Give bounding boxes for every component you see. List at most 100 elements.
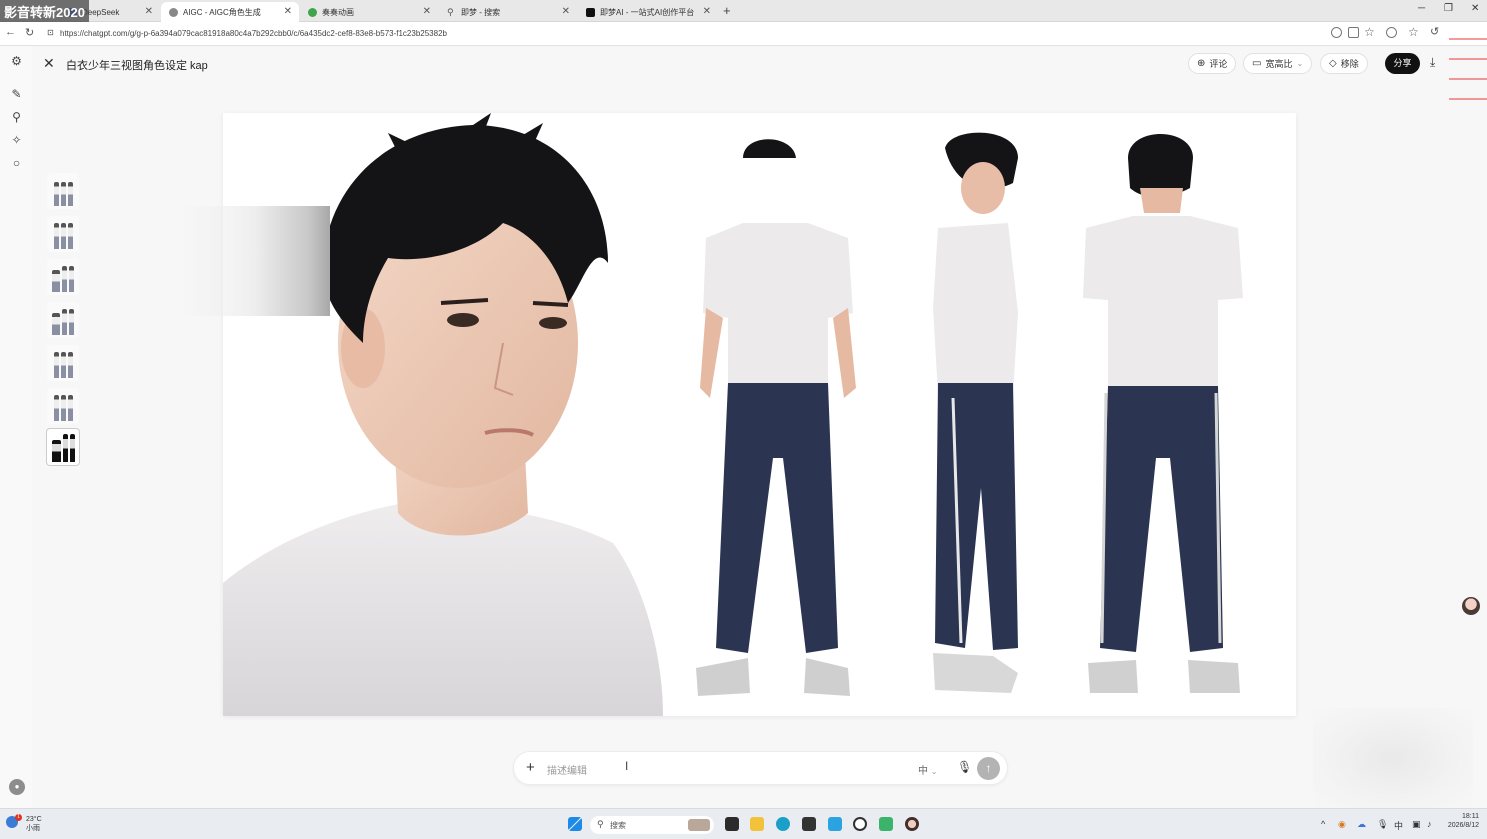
blurred-region	[1313, 708, 1473, 808]
blurred-region	[180, 206, 330, 316]
chevron-down-icon: ⌄	[1296, 59, 1304, 68]
reader-icon[interactable]	[1348, 27, 1359, 38]
extensions-icon[interactable]	[1386, 27, 1397, 38]
screen-artifact	[1449, 28, 1487, 102]
zoom-icon[interactable]	[1331, 27, 1342, 38]
image-thumbnail-selected[interactable]	[47, 429, 79, 465]
tab-title: 即梦AI - 一站式AI创作平台	[600, 7, 695, 17]
weather-desc: 小雨	[26, 825, 40, 832]
tray-ime[interactable]: 中	[1394, 819, 1403, 832]
date: 2026/8/12	[1447, 822, 1479, 829]
minimize-button[interactable]: ─	[1418, 3, 1425, 14]
tab-close-icon[interactable]: ✕	[145, 6, 153, 17]
generated-image	[223, 113, 1296, 716]
tab-close-icon[interactable]: ✕	[284, 6, 292, 17]
add-attachment-button[interactable]: +	[526, 759, 535, 776]
task-view-icon[interactable]	[725, 817, 739, 831]
aspect-ratio-label: 宽高比	[1265, 59, 1293, 69]
telegram-icon[interactable]	[828, 817, 842, 831]
microphone-icon[interactable]: 🎙	[957, 760, 972, 774]
edit-prompt-input[interactable]: 描述编辑	[547, 762, 587, 777]
tab-aigc[interactable]: AIGC - AIGC角色生成 ✕	[161, 2, 299, 22]
new-chat-icon[interactable]: ✎	[10, 88, 23, 101]
chatgpt-logo-icon[interactable]: ⚙	[10, 55, 23, 68]
comment-label: 评论	[1209, 59, 1228, 69]
weather-temp: 23°C	[26, 816, 42, 823]
remove-label: 移除	[1340, 59, 1359, 69]
file-explorer-icon[interactable]	[750, 817, 764, 831]
lock-icon[interactable]: ⊡	[47, 28, 54, 37]
network-icon[interactable]: ▣	[1412, 819, 1421, 830]
assistant-avatar[interactable]	[1462, 597, 1480, 615]
restore-button[interactable]: ❐	[1444, 3, 1453, 14]
notes-icon[interactable]	[879, 817, 893, 831]
avatar-app-icon[interactable]	[905, 817, 919, 831]
url-field[interactable]: ⊡ https://chatgpt.com/g/g-p-6a394a079cac…	[44, 25, 1344, 42]
tray-app-icon[interactable]: ◉	[1338, 819, 1346, 830]
remove-button[interactable]: ◇ 移除	[1320, 53, 1368, 74]
image-title: 白衣少年三视图角色设定 kap	[66, 60, 208, 72]
eraser-icon: ◇	[1329, 58, 1337, 69]
image-thumbnail[interactable]	[47, 216, 79, 252]
app-icon[interactable]	[802, 817, 816, 831]
reload-icon[interactable]: ↻	[25, 26, 34, 39]
chatgpt-icon	[169, 7, 178, 17]
windows-start-icon[interactable]	[568, 817, 582, 831]
cloud-icon[interactable]: ☁	[1357, 819, 1366, 830]
browser-tab-bar: DeepSeek ✕ AIGC - AIGC角色生成 ✕ 奏奏动画 ✕ ⚲ 即梦…	[0, 0, 1487, 22]
chatgpt-app-icon[interactable]	[853, 817, 867, 831]
jimeng-icon	[586, 7, 595, 17]
tab-animation[interactable]: 奏奏动画 ✕	[300, 2, 438, 22]
back-view-figure	[1083, 134, 1243, 693]
taskbar-search[interactable]: ⚲ 搜索	[590, 816, 714, 834]
tab-title: 即梦 - 搜索	[461, 7, 501, 17]
side-view-figure	[933, 132, 1018, 693]
image-thumbnail[interactable]	[47, 388, 79, 424]
front-view-figure	[696, 139, 856, 696]
edit-composer: + 描述编辑 I 中 ⌄ 🎙 ↑	[513, 751, 1008, 785]
search-icon[interactable]: ⚲	[10, 111, 23, 124]
taskbar-search-label: 搜索	[610, 821, 626, 830]
tab-close-icon[interactable]: ✕	[703, 6, 711, 17]
image-thumbnail[interactable]	[47, 302, 79, 338]
pin-icon[interactable]: ✧	[10, 134, 23, 147]
clock[interactable]: 18:11 2026/8/12	[1448, 812, 1479, 830]
tab-title: AIGC - AIGC角色生成	[183, 7, 261, 17]
download-icon[interactable]: ⤓	[1430, 55, 1435, 70]
volume-icon[interactable]: ♪	[1427, 819, 1432, 829]
tab-title: 奏奏动画	[322, 7, 354, 17]
edge-icon[interactable]	[776, 817, 790, 831]
chat-bubble-icon[interactable]: ○	[10, 157, 23, 170]
chevron-down-icon: ⌄	[930, 767, 938, 776]
new-tab-button[interactable]: +	[723, 3, 731, 18]
tab-close-icon[interactable]: ✕	[562, 6, 570, 17]
close-viewer-button[interactable]: ✕	[43, 55, 55, 72]
share-button[interactable]: 分享	[1385, 53, 1420, 74]
back-arrow-icon[interactable]: ←	[5, 26, 16, 38]
tray-chevron-icon[interactable]: ^	[1321, 819, 1325, 829]
tab-jimeng-search[interactable]: ⚲ 即梦 - 搜索 ✕	[439, 2, 577, 22]
comment-plus-icon: ⊕	[1197, 58, 1206, 69]
aspect-ratio-icon: ▭	[1252, 58, 1262, 69]
text-cursor-icon: I	[625, 759, 629, 773]
star-icon[interactable]: ☆	[1364, 25, 1375, 39]
search-highlight-icon	[688, 819, 710, 831]
windows-taskbar: 1 23°C 小雨 ⚲ 搜索 ^ ◉ ☁ 🎙 中 ▣ ♪ 18:11 2026/…	[0, 808, 1487, 839]
aspect-ratio-button[interactable]: ▭ 宽高比 ⌄	[1243, 53, 1313, 74]
image-thumbnail[interactable]	[47, 173, 79, 209]
send-button[interactable]: ↑	[977, 757, 1000, 780]
image-thumbnail[interactable]	[47, 345, 79, 381]
tab-close-icon[interactable]: ✕	[423, 6, 431, 17]
favorites-icon[interactable]: ☆	[1408, 25, 1419, 39]
history-icon[interactable]: ↺	[1430, 25, 1439, 38]
user-avatar[interactable]: ●	[9, 779, 25, 795]
mic-tray-icon[interactable]: 🎙	[1377, 819, 1388, 830]
ime-indicator[interactable]: 中 ⌄	[918, 762, 937, 777]
image-thumbnail[interactable]	[47, 259, 79, 295]
comment-button[interactable]: ⊕ 评论	[1188, 53, 1237, 74]
window-close-button[interactable]: ✕	[1471, 3, 1479, 14]
tab-jimeng-ai[interactable]: 即梦AI - 一站式AI创作平台 ✕	[578, 2, 718, 22]
time: 18:11	[1462, 813, 1479, 820]
address-bar: ← ↻ ⊡ https://chatgpt.com/g/g-p-6a394a07…	[0, 22, 1487, 46]
notification-badge: 1	[15, 814, 22, 821]
